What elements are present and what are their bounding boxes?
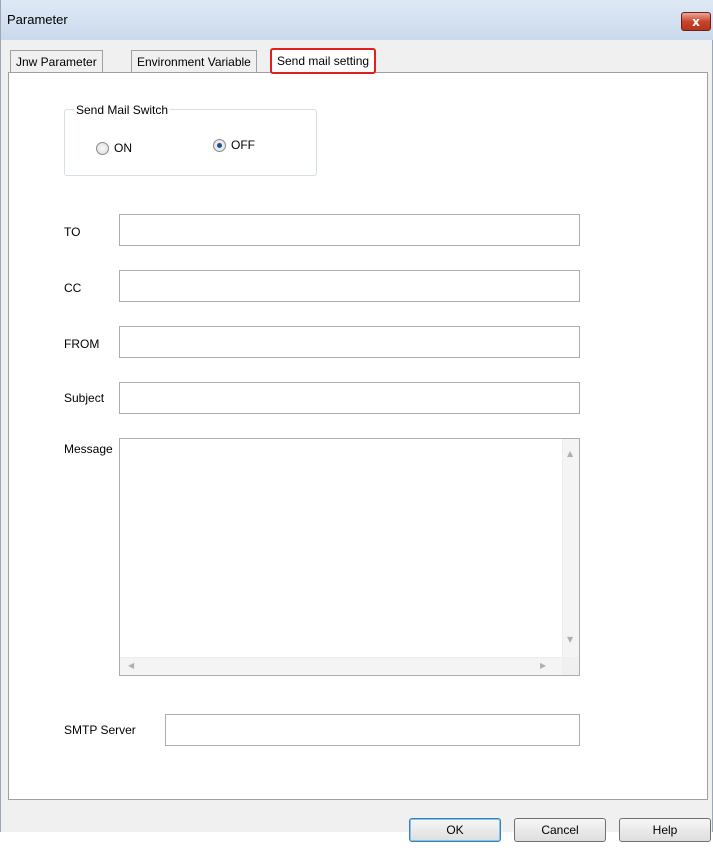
ok-button[interactable]: OK	[409, 818, 501, 842]
tab-label: Jnw Parameter	[16, 55, 97, 69]
from-label: FROM	[64, 337, 100, 351]
tab-environment-variable[interactable]: Environment Variable	[131, 50, 257, 73]
message-label: Message	[64, 442, 113, 456]
close-button[interactable]: x	[681, 12, 711, 31]
smtp-server-label: SMTP Server	[64, 723, 136, 737]
cc-label: CC	[64, 281, 82, 295]
to-label: TO	[64, 225, 81, 239]
help-button[interactable]: Help	[619, 818, 711, 842]
radio-off-indicator[interactable]	[213, 138, 226, 152]
radio-on-label: ON	[114, 141, 132, 155]
tab-label: Environment Variable	[137, 55, 251, 69]
smtp-server-field[interactable]	[165, 714, 580, 746]
tab-send-mail-setting[interactable]: Send mail setting	[270, 48, 377, 74]
ok-button-label: OK	[446, 823, 464, 837]
send-mail-setting-panel	[8, 72, 708, 800]
scroll-corner	[562, 657, 579, 675]
to-field[interactable]	[119, 214, 580, 246]
help-button-label: Help	[652, 823, 678, 837]
scroll-right-arrow-icon[interactable]: ▶	[540, 661, 546, 670]
close-icon: x	[692, 14, 700, 29]
window-title: Parameter	[7, 12, 68, 27]
radio-off[interactable]: OFF	[213, 138, 255, 152]
radio-on[interactable]: ON	[96, 141, 132, 155]
subject-label: Subject	[64, 391, 105, 405]
tab-jnw-parameter[interactable]: Jnw Parameter	[10, 50, 103, 73]
radio-off-label: OFF	[231, 138, 255, 152]
scroll-up-arrow-icon[interactable]: ▲	[567, 449, 573, 458]
message-textarea[interactable]: ▲ ▼ ◀ ▶	[119, 438, 580, 676]
send-mail-switch-legend: Send Mail Switch	[74, 103, 171, 117]
message-horizontal-scrollbar[interactable]: ◀ ▶	[120, 657, 562, 675]
cc-field[interactable]	[119, 270, 580, 302]
title-bar[interactable]: Parameter x	[1, 0, 713, 40]
from-field[interactable]	[119, 326, 580, 358]
cancel-button[interactable]: Cancel	[514, 818, 606, 842]
radio-on-indicator[interactable]	[96, 141, 109, 155]
cancel-button-label: Cancel	[541, 823, 579, 837]
scroll-left-arrow-icon[interactable]: ◀	[128, 661, 134, 670]
tab-label: Send mail setting	[277, 54, 370, 68]
scroll-down-arrow-icon[interactable]: ▼	[567, 635, 573, 644]
subject-field[interactable]	[119, 382, 580, 414]
message-vertical-scrollbar[interactable]: ▲ ▼	[562, 439, 579, 658]
